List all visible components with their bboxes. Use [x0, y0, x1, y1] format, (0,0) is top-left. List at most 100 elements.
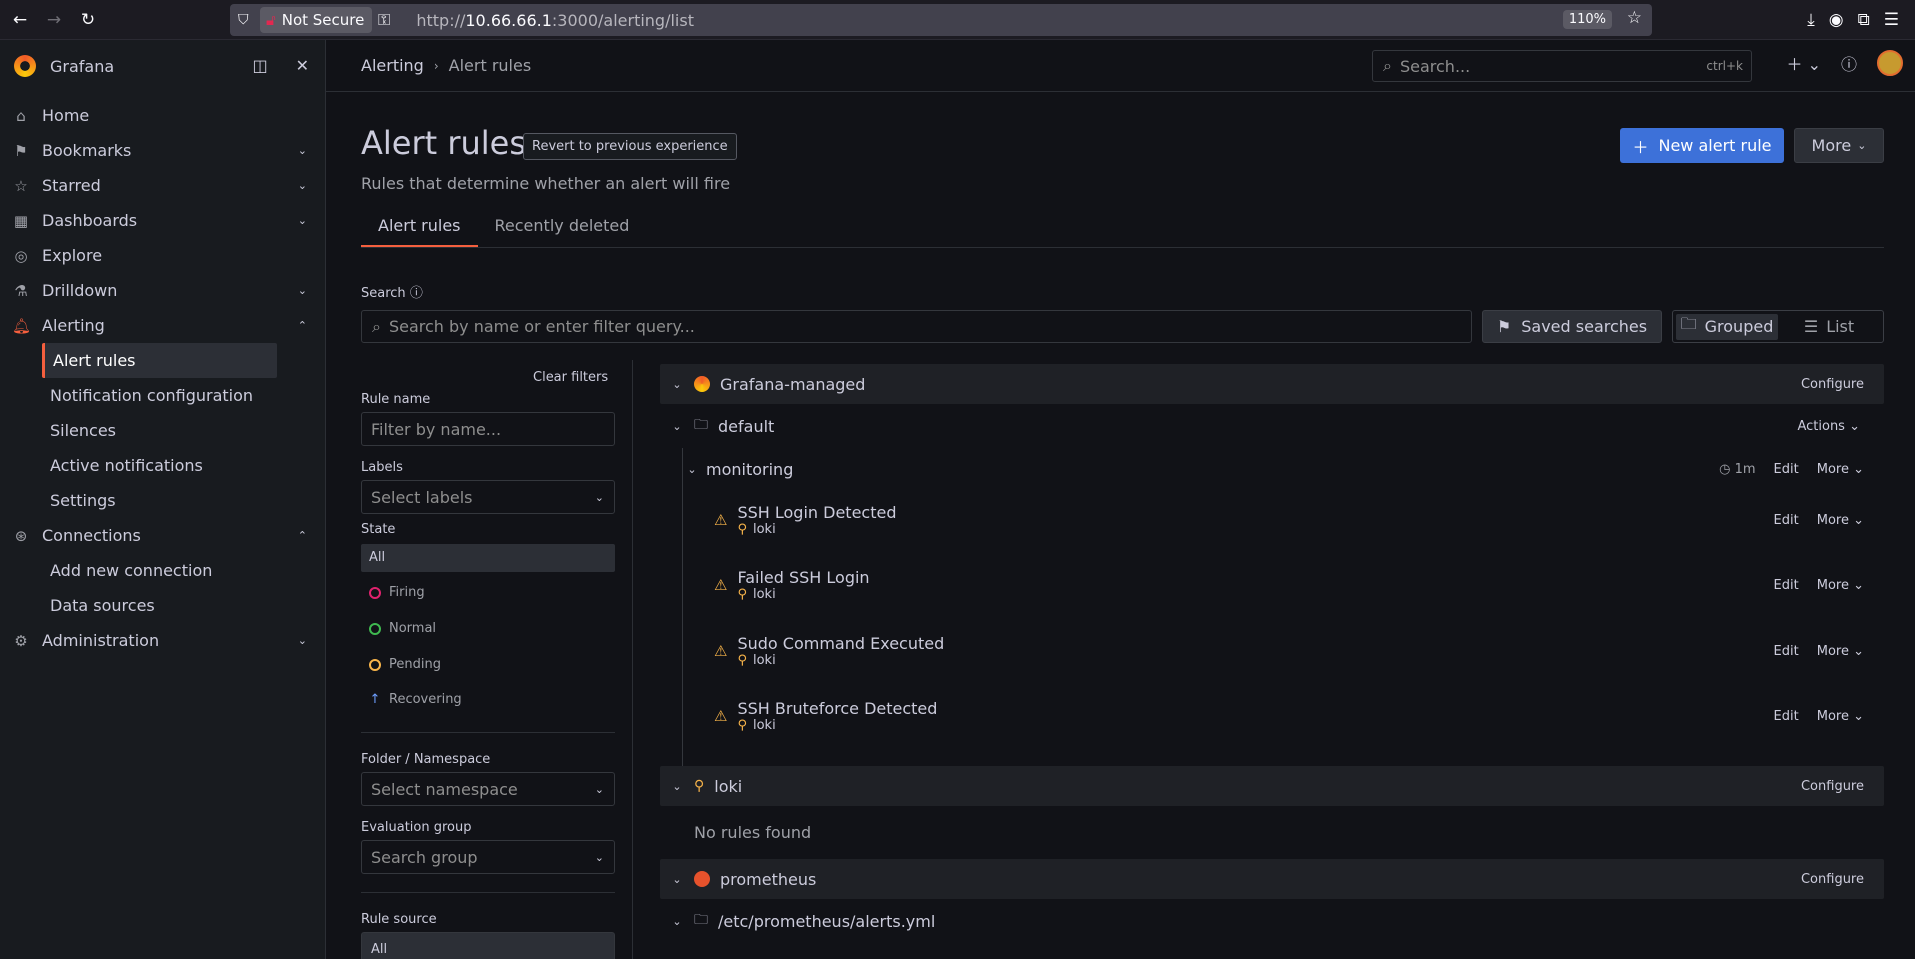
chevron-down-icon[interactable]: ⌄: [660, 873, 694, 886]
chevron-down-icon[interactable]: ⌄: [660, 378, 694, 391]
download-icon[interactable]: ⤓: [1807, 10, 1815, 30]
revert-button[interactable]: Revert to previous experience: [523, 133, 737, 160]
more-button[interactable]: More ⌄: [1817, 644, 1864, 659]
rule-row[interactable]: ⚠ Sudo Command Executed ⚲ loki Edit More ⌄: [660, 622, 1884, 680]
edit-button[interactable]: Edit: [1774, 578, 1799, 593]
chevron-down-icon[interactable]: ⌄: [660, 915, 694, 928]
zoom-level[interactable]: 110%: [1562, 10, 1612, 29]
chevron-down-icon[interactable]: ⌄: [298, 634, 307, 647]
chevron-down-icon[interactable]: ⌄: [660, 420, 694, 433]
edit-button[interactable]: Edit: [1774, 513, 1799, 528]
sidebar-item-settings[interactable]: Settings: [0, 483, 325, 518]
edit-group-button[interactable]: Edit: [1774, 462, 1799, 477]
more-button[interactable]: More ⌄: [1817, 709, 1864, 724]
extensions-icon[interactable]: ⧉: [1858, 10, 1870, 30]
avatar[interactable]: [1877, 50, 1903, 76]
rule-title[interactable]: SSH Login Detected: [737, 503, 896, 522]
plus-icon: ＋: [1632, 137, 1649, 157]
configure-button[interactable]: Configure: [1801, 872, 1864, 887]
folder-name[interactable]: /etc/prometheus/alerts.yml: [718, 912, 935, 931]
labels-select[interactable]: Select labels ⌄: [361, 480, 615, 514]
dock-menu-icon[interactable]: ◫: [252, 56, 267, 75]
security-badge[interactable]: 🔓︎ Not Secure: [260, 7, 373, 33]
rule-title[interactable]: Failed SSH Login: [737, 568, 869, 587]
tab-alert-rules[interactable]: Alert rules: [361, 206, 478, 247]
saved-searches-button[interactable]: ⚑ Saved searches: [1482, 310, 1662, 343]
state-normal[interactable]: Normal: [369, 621, 436, 636]
breadcrumb-alerting[interactable]: Alerting: [361, 56, 424, 75]
chevron-down-icon[interactable]: ⌄: [298, 284, 307, 297]
rule-name-label: Rule name: [361, 392, 431, 407]
help-icon[interactable]: ⓘ: [1841, 51, 1857, 75]
sidebar-item-explore[interactable]: ◎ Explore: [0, 238, 325, 273]
chevron-down-icon[interactable]: ⌄: [682, 463, 702, 476]
url-bar[interactable]: ⛉ 🔓︎ Not Secure ⚿ http://10.66.66.1:3000…: [230, 4, 1652, 36]
chevron-down-icon[interactable]: ⌄: [298, 179, 307, 192]
sidebar-item-notification-configuration[interactable]: Notification configuration: [0, 378, 325, 413]
state-all[interactable]: All: [361, 544, 615, 572]
menu-icon[interactable]: ☰: [1884, 10, 1899, 30]
sidebar-item-drilldown[interactable]: ⚗ Drilldown ⌄: [0, 273, 325, 308]
edit-button[interactable]: Edit: [1774, 709, 1799, 724]
close-menu-icon[interactable]: ✕: [296, 56, 309, 75]
state-firing[interactable]: Firing: [369, 585, 425, 600]
more-button[interactable]: More ⌄: [1794, 128, 1884, 163]
sidebar-item-alerting[interactable]: 🔔︎ Alerting ⌃: [0, 308, 325, 343]
rule-name-input[interactable]: Filter by name...: [361, 412, 615, 446]
global-search[interactable]: ⌕ Search... ctrl+k: [1372, 50, 1752, 82]
rule-row[interactable]: ⚠ SSH Bruteforce Detected ⚲ loki Edit More …: [660, 687, 1884, 745]
rule-title[interactable]: SSH Bruteforce Detected: [737, 699, 937, 718]
sidebar-item-alert-rules[interactable]: Alert rules: [42, 343, 277, 378]
interval-badge: ◷ 1m: [1719, 461, 1756, 477]
new-alert-rule-button[interactable]: ＋ New alert rule: [1620, 128, 1784, 163]
rule-source-all[interactable]: All: [361, 932, 615, 959]
chevron-down-icon[interactable]: ⌄: [660, 780, 694, 793]
state-pending[interactable]: Pending: [369, 657, 441, 672]
folder-name[interactable]: default: [718, 417, 774, 436]
permissions-icon[interactable]: ⚿: [378, 10, 390, 30]
sidebar-item-home[interactable]: ⌂ Home: [0, 98, 325, 133]
view-grouped-button[interactable]: 🗀 Grouped: [1676, 313, 1778, 340]
reload-icon[interactable]: ↻: [74, 6, 102, 34]
sidebar-item-data-sources[interactable]: Data sources: [0, 588, 325, 623]
configure-button[interactable]: Configure: [1801, 779, 1864, 794]
loki-icon: ⚲: [694, 778, 705, 794]
chevron-up-icon[interactable]: ⌃: [298, 319, 307, 332]
account-icon[interactable]: ◉: [1829, 10, 1844, 30]
info-icon[interactable]: ⓘ: [410, 286, 423, 301]
more-button[interactable]: More ⌄: [1817, 513, 1864, 528]
sidebar-item-starred[interactable]: ☆ Starred ⌄: [0, 168, 325, 203]
sidebar-item-administration[interactable]: ⚙ Administration ⌄: [0, 623, 325, 658]
sidebar-item-dashboards[interactable]: ▦ Dashboards ⌄: [0, 203, 325, 238]
prometheus-section: ⌄ prometheus Configure: [660, 859, 1884, 899]
state-recovering[interactable]: ↑ Recovering: [369, 692, 462, 707]
view-list-button[interactable]: ☰ List: [1778, 314, 1880, 340]
sidebar-item-active-notifications[interactable]: Active notifications: [0, 448, 325, 483]
configure-button[interactable]: Configure: [1801, 377, 1864, 392]
rule-search-input[interactable]: ⌕ Search by name or enter filter query..…: [361, 310, 1472, 343]
rule-title[interactable]: Sudo Command Executed: [737, 634, 944, 653]
rule-row[interactable]: ⚠ SSH Login Detected ⚲ loki Edit More ⌄: [660, 491, 1884, 549]
clear-filters-button[interactable]: Clear filters: [533, 370, 608, 385]
sidebar-item-bookmarks[interactable]: ⚑ Bookmarks ⌄: [0, 133, 325, 168]
chevron-down-icon[interactable]: ⌄: [298, 214, 307, 227]
tab-recently-deleted[interactable]: Recently deleted: [478, 206, 647, 247]
sidebar-item-add-new-connection[interactable]: Add new connection: [0, 553, 325, 588]
add-icon[interactable]: ＋ ⌄: [1786, 51, 1821, 75]
sidebar-item-connections[interactable]: ⊛ Connections ⌃: [0, 518, 325, 553]
rule-row[interactable]: ⚠ Failed SSH Login ⚲ loki Edit More ⌄: [660, 556, 1884, 614]
edit-button[interactable]: Edit: [1774, 644, 1799, 659]
actions-button[interactable]: Actions ⌄: [1797, 419, 1860, 434]
back-icon[interactable]: ←: [6, 6, 34, 34]
breadcrumb: Alerting › Alert rules: [361, 56, 531, 75]
bookmark-star-icon[interactable]: ☆: [1627, 8, 1642, 28]
divider: [361, 732, 615, 733]
chevron-up-icon[interactable]: ⌃: [298, 529, 307, 542]
more-button[interactable]: More ⌄: [1817, 578, 1864, 593]
namespace-select[interactable]: Select namespace ⌄: [361, 772, 615, 806]
chevron-down-icon[interactable]: ⌄: [298, 144, 307, 157]
forward-icon[interactable]: →: [40, 6, 68, 34]
sidebar-item-silences[interactable]: Silences: [0, 413, 325, 448]
group-select[interactable]: Search group ⌄: [361, 840, 615, 874]
more-group-button[interactable]: More ⌄: [1817, 462, 1864, 477]
